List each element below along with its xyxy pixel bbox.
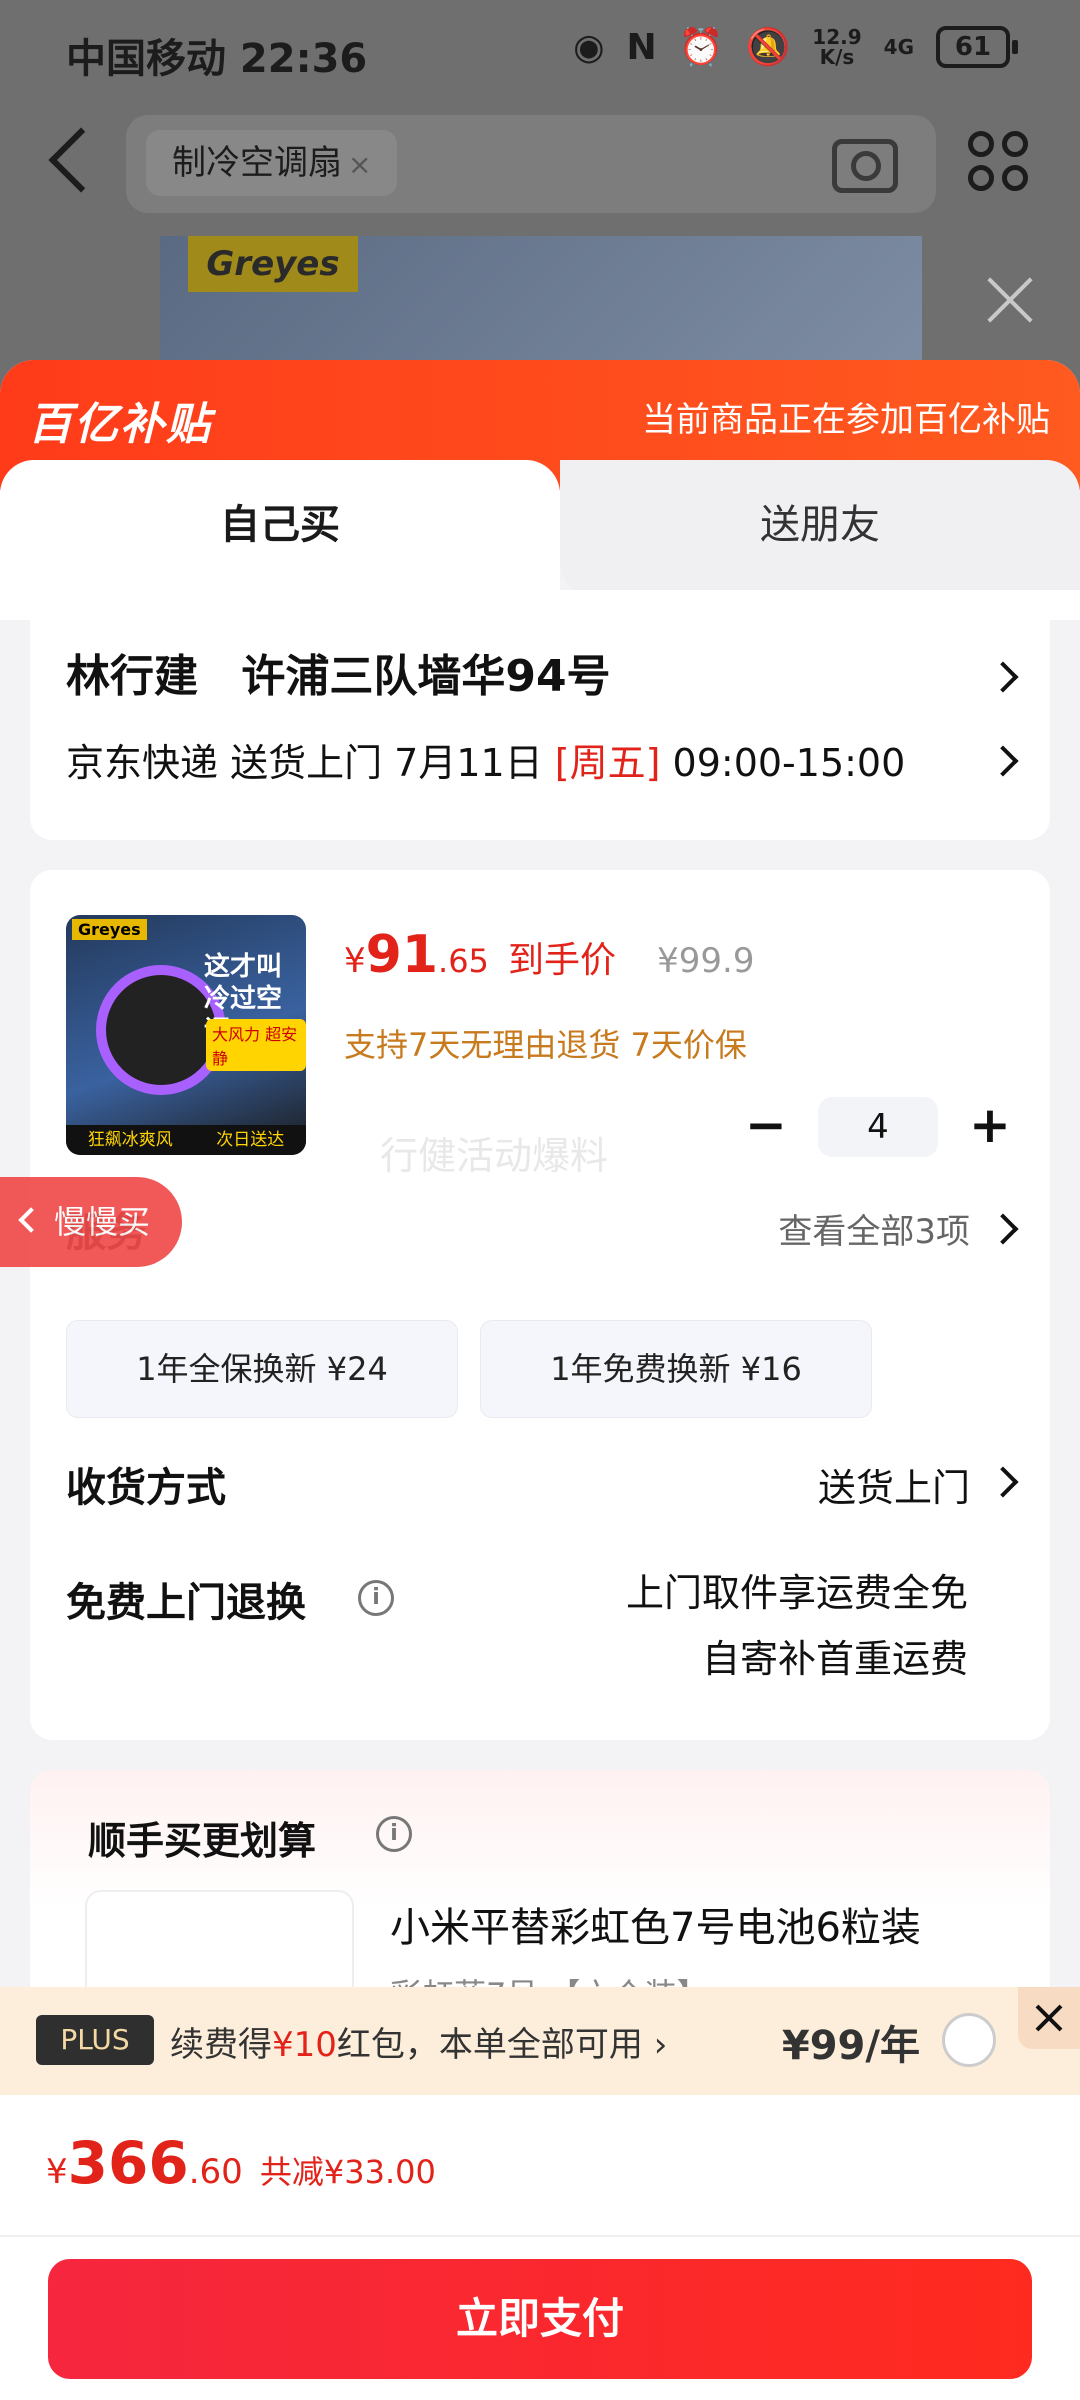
nfc-icon: N: [626, 26, 657, 68]
net-type: 4G: [883, 35, 914, 59]
search-chip-label: 制冷空调扇: [172, 143, 342, 183]
price: ¥91.65 到手价 ¥99.9: [344, 925, 755, 985]
service-promise: 支持7天无理由退货 7天价保: [344, 1026, 747, 1064]
decrease-button[interactable]: −: [736, 1097, 796, 1157]
chevron-right-icon: ›: [642, 2025, 668, 2065]
close-icon[interactable]: [1018, 1987, 1080, 2049]
chevron-right-icon: [987, 661, 1019, 693]
mute-icon: 🔕: [745, 27, 791, 68]
floating-tab-label: 慢慢买: [54, 1203, 151, 1241]
tab-self[interactable]: 自己买: [0, 460, 560, 600]
service-option-2[interactable]: 1年免费换新 ¥16: [480, 1320, 872, 1418]
increase-button[interactable]: +: [960, 1097, 1020, 1157]
alarm-icon: ⏰: [678, 27, 724, 68]
delivery-method-value[interactable]: 送货上门: [818, 1457, 970, 1512]
brand-logo: Greyes: [188, 236, 358, 292]
menu-grid-icon[interactable]: [968, 131, 1028, 191]
status-icons: ◉ N ⏰ 🔕 12.9 K/s 4G 61: [573, 25, 1018, 69]
address-detail: 许浦三队墙华94号: [241, 651, 611, 702]
goods-card: Greyes 这才叫冷过空调 大风力 超安静 狂飙冰爽风次日送达 ¥91.65 …: [30, 870, 1050, 1740]
info-icon[interactable]: i: [358, 1580, 394, 1616]
chevron-right-icon[interactable]: [987, 1466, 1019, 1498]
info-icon[interactable]: i: [376, 1816, 412, 1852]
pay-now-button[interactable]: 立即支付: [48, 2259, 1032, 2379]
promo-text: 当前商品正在参加百亿补贴: [642, 400, 1050, 440]
quantity-input[interactable]: 4: [818, 1097, 938, 1157]
plus-price: ¥99/年: [781, 2023, 920, 2069]
camera-icon[interactable]: [832, 139, 898, 193]
recipient: 林行建 许浦三队墙华94号: [66, 640, 611, 704]
watermark: 行健活动爆料: [380, 1134, 609, 1178]
search-chip[interactable]: 制冷空调扇 ×: [146, 130, 398, 196]
tab-gift[interactable]: 送朋友: [560, 460, 1080, 600]
original-price: ¥99.9: [657, 941, 755, 981]
service-option-1[interactable]: 1年全保换新 ¥24: [66, 1320, 458, 1418]
floating-tab[interactable]: 慢慢买: [0, 1177, 182, 1267]
bundle-title: 顺手买更划算: [88, 1819, 317, 1863]
view-all-services[interactable]: 查看全部3项: [778, 1204, 970, 1253]
plus-offer-text[interactable]: 续费得¥10红包，本单全部可用 ›: [170, 2017, 667, 2066]
chevron-right-icon[interactable]: [987, 745, 1019, 777]
top-bar: 制冷空调扇 ×: [0, 115, 1080, 215]
eye-icon: ◉: [573, 26, 605, 68]
close-icon[interactable]: [984, 274, 1036, 326]
return-title: 免费上门退换: [66, 1580, 306, 1626]
price-label: 到手价: [508, 940, 617, 981]
purchase-tabs: 送朋友 自己买: [0, 460, 1080, 600]
search-box[interactable]: 制冷空调扇 ×: [126, 115, 936, 213]
battery-icon: 61: [936, 26, 1018, 68]
chevron-left-icon: [18, 1207, 44, 1233]
status-bar: 中国移动 22:36 ◉ N ⏰ 🔕 12.9 K/s 4G 61: [0, 0, 1080, 105]
carrier-time: 中国移动 22:36: [66, 36, 368, 82]
product-banner: Greyes: [160, 236, 922, 366]
back-icon[interactable]: [48, 127, 114, 193]
address-card[interactable]: 林行建 许浦三队墙华94号 京东快递 送货上门 7月11日 [周五] 09:00…: [30, 600, 1050, 840]
delivery-method-title: 收货方式: [66, 1465, 226, 1511]
plus-membership-bar[interactable]: PLUS 续费得¥10红包，本单全部可用 › ¥99/年: [0, 1987, 1080, 2095]
delivery-weekday: [周五]: [554, 741, 661, 785]
plus-badge: PLUS: [36, 2015, 154, 2065]
quantity-stepper: − 4 +: [736, 1095, 1020, 1159]
checkout-sheet: 百亿补贴 当前商品正在参加百亿补贴 送朋友 自己买 林行建 许浦三队墙华94号 …: [0, 360, 1080, 2400]
recipient-name: 林行建: [66, 651, 198, 702]
net-speed: 12.9 K/s: [812, 25, 862, 69]
chevron-right-icon[interactable]: [987, 1213, 1019, 1245]
checkout-footer: ¥366.60 共减¥33.00 立即支付: [0, 2095, 1080, 2400]
promo-logo: 百亿补贴: [28, 399, 212, 450]
plus-select-radio[interactable]: [942, 2013, 996, 2067]
product-image[interactable]: Greyes 这才叫冷过空调 大风力 超安静 狂飙冰爽风次日送达: [66, 915, 306, 1155]
bundle-product-name[interactable]: 小米平替彩虹色7号电池6粒装: [390, 1895, 921, 1953]
chip-close-icon[interactable]: ×: [348, 148, 371, 181]
delivery-time: 京东快递 送货上门 7月11日 [周五] 09:00-15:00: [66, 741, 906, 785]
discount-total: 共减¥33.00: [259, 2153, 436, 2191]
total-price: ¥366.60 共减¥33.00: [46, 2129, 436, 2197]
return-info: 上门取件享运费全免 自寄补首重运费: [625, 1571, 968, 1681]
